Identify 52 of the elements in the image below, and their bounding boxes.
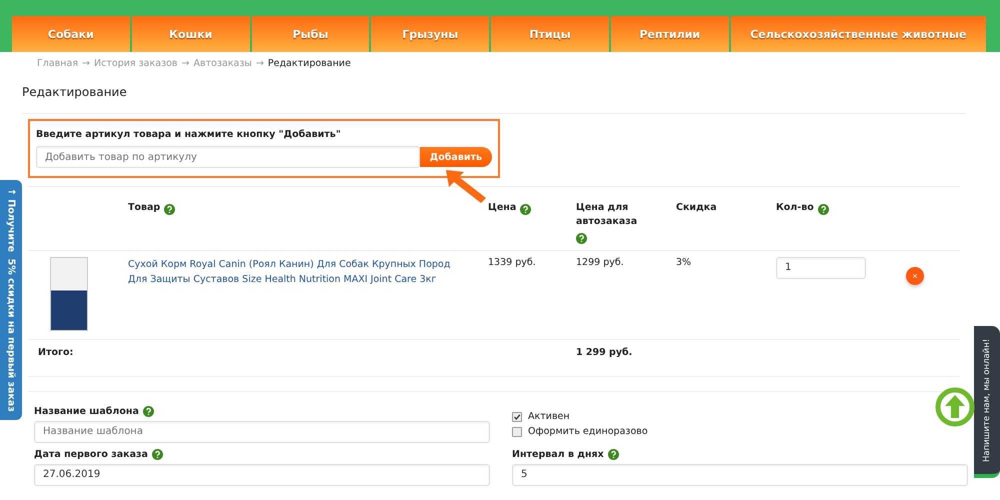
nav-tab[interactable]: Рептилии [610, 16, 731, 52]
help-icon[interactable] [164, 204, 176, 215]
scroll-up-icon[interactable] [935, 387, 975, 427]
template-name-field[interactable]: Название шаблона [34, 420, 490, 443]
sku-input-field[interactable]: Добавить товар по артикулу [36, 146, 420, 168]
nav-tab[interactable]: Птицы [491, 16, 611, 52]
page-title: Редактирование [22, 85, 128, 99]
checkbox[interactable] [512, 412, 522, 422]
checkbox[interactable] [512, 426, 522, 437]
breadcrumb-link[interactable]: Главная [37, 58, 78, 69]
discount-cell-text: 3% [676, 256, 692, 268]
nav-tab[interactable]: Рыбы [252, 16, 372, 52]
product-link[interactable]: Сухой Корм Royal Canin (Роял Канин) Для Собак Крупных Пород Для Защиты Суставов Size Health Nutrition MAXI Joint Care 3кг [128, 256, 488, 287]
discount-promo-tab[interactable]: ↑ Получите 5% скидки на первый заказ [0, 180, 22, 420]
help-icon[interactable] [576, 232, 587, 244]
nav-tab[interactable]: Собаки [12, 16, 132, 52]
help-icon[interactable] [142, 406, 154, 417]
first-order-date-field[interactable]: 27.06.2019 [34, 464, 490, 486]
checkbox-label: Оформить единоразово [528, 426, 648, 438]
breadcrumb-separator: → [256, 58, 264, 69]
help-icon[interactable] [608, 448, 619, 460]
breadcrumb-separator: → [182, 58, 190, 69]
column-header: Товар [128, 201, 160, 215]
chat-tab[interactable]: Напишите нам, мы онлайн! [974, 326, 1000, 478]
add-button[interactable]: Добавить [420, 147, 492, 167]
column-header: Цена для автозаказа [576, 201, 638, 229]
field-label: Дата первого заказа [34, 448, 148, 460]
quantity-field[interactable]: 1 [776, 256, 866, 279]
nav-tab[interactable]: Грызуны [371, 16, 492, 52]
nav-tab[interactable]: Сельскохозяйственные животные [730, 16, 988, 52]
price-cell-text: 1339 руб. [488, 256, 537, 268]
interval-days-field[interactable]: 5 [512, 464, 968, 486]
checkbox-label: Активен [528, 411, 570, 422]
nav-tab[interactable]: Кошки [132, 16, 252, 52]
add-label: Введите артикул товара и нажмите кнопку "Добавить" [36, 129, 341, 140]
help-icon[interactable] [520, 204, 532, 215]
field-label: Название шаблона [34, 406, 139, 417]
field-label: Интервал в днях [512, 448, 604, 460]
breadcrumb-current: Редактирование [268, 58, 351, 69]
help-icon[interactable] [152, 448, 163, 460]
column-header: Цена [488, 201, 516, 215]
pointer-arrow-icon [444, 168, 488, 204]
breadcrumb-link[interactable]: История заказов [94, 58, 178, 69]
breadcrumb-separator: → [82, 58, 90, 69]
autoorder-price-cell-text: 1299 руб. [576, 256, 625, 268]
breadcrumb-link[interactable]: Автозаказы [194, 58, 252, 69]
total-value: 1 299 руб. [576, 346, 634, 358]
remove-button[interactable]: × [906, 266, 924, 285]
column-header: Кол-во [776, 201, 814, 215]
help-icon[interactable] [818, 204, 829, 215]
total-label: Итого: [37, 346, 74, 358]
column-header: Скидка [676, 201, 717, 215]
